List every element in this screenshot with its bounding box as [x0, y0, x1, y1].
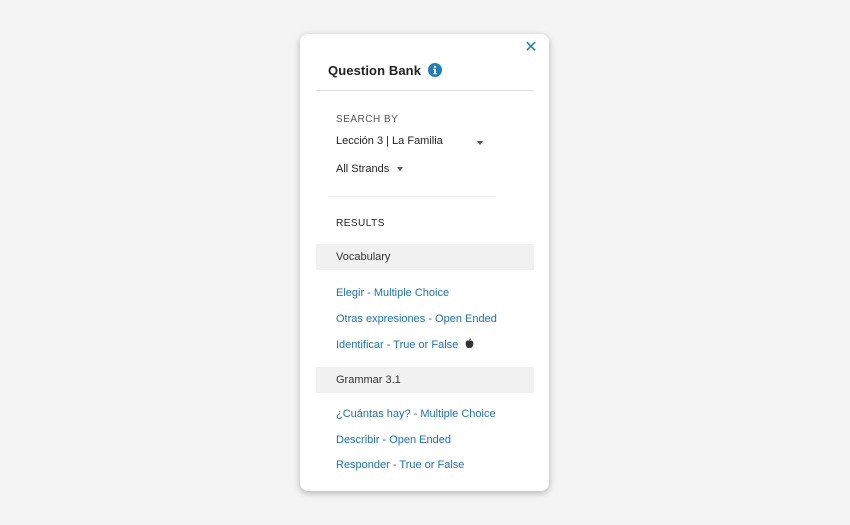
info-icon[interactable]: [428, 63, 443, 77]
result-item[interactable]: Describir - Open Ended: [336, 434, 451, 446]
chevron-down-icon: [397, 167, 404, 172]
header-divider: [316, 90, 534, 91]
results-label: RESULTS: [336, 218, 385, 229]
panel-header: Question Bank: [328, 61, 443, 79]
result-item-label: Describir - Open Ended: [336, 434, 451, 446]
question-bank-panel: ✕ Question Bank SEARCH BY Lección 3 | La…: [300, 34, 549, 491]
result-item[interactable]: Elegir - Multiple Choice: [336, 287, 449, 299]
result-item-label: Otras expresiones - Open Ended: [336, 313, 497, 325]
lesson-dropdown[interactable]: Lección 3 | La Familia: [336, 135, 486, 147]
result-item-label: ¿Cuántas hay? - Multiple Choice: [336, 408, 496, 420]
result-item-label: Responder - True or False: [336, 459, 465, 471]
chevron-down-icon: [477, 141, 483, 145]
strands-dropdown[interactable]: All Strands: [336, 163, 404, 175]
strands-dropdown-value: All Strands: [336, 163, 390, 175]
result-item[interactable]: Identificar - True or False: [336, 338, 475, 351]
result-item-label: Identificar - True or False: [336, 339, 459, 351]
apple-icon: [465, 338, 474, 349]
result-item[interactable]: ¿Cuántas hay? - Multiple Choice: [336, 408, 496, 420]
search-by-label: SEARCH BY: [336, 114, 399, 125]
result-item[interactable]: Responder - True or False: [336, 459, 464, 471]
result-item-label: Elegir - Multiple Choice: [336, 287, 450, 299]
panel-title: Question Bank: [328, 62, 422, 78]
result-item[interactable]: Otras expresiones - Open Ended: [336, 313, 497, 325]
search-divider: [328, 196, 496, 197]
group-header-grammar: Grammar 3.1: [316, 367, 534, 393]
close-icon[interactable]: ✕: [524, 40, 538, 56]
lesson-dropdown-value: Lección 3 | La Familia: [336, 135, 443, 147]
group-header-vocabulary: Vocabulary: [316, 244, 534, 270]
